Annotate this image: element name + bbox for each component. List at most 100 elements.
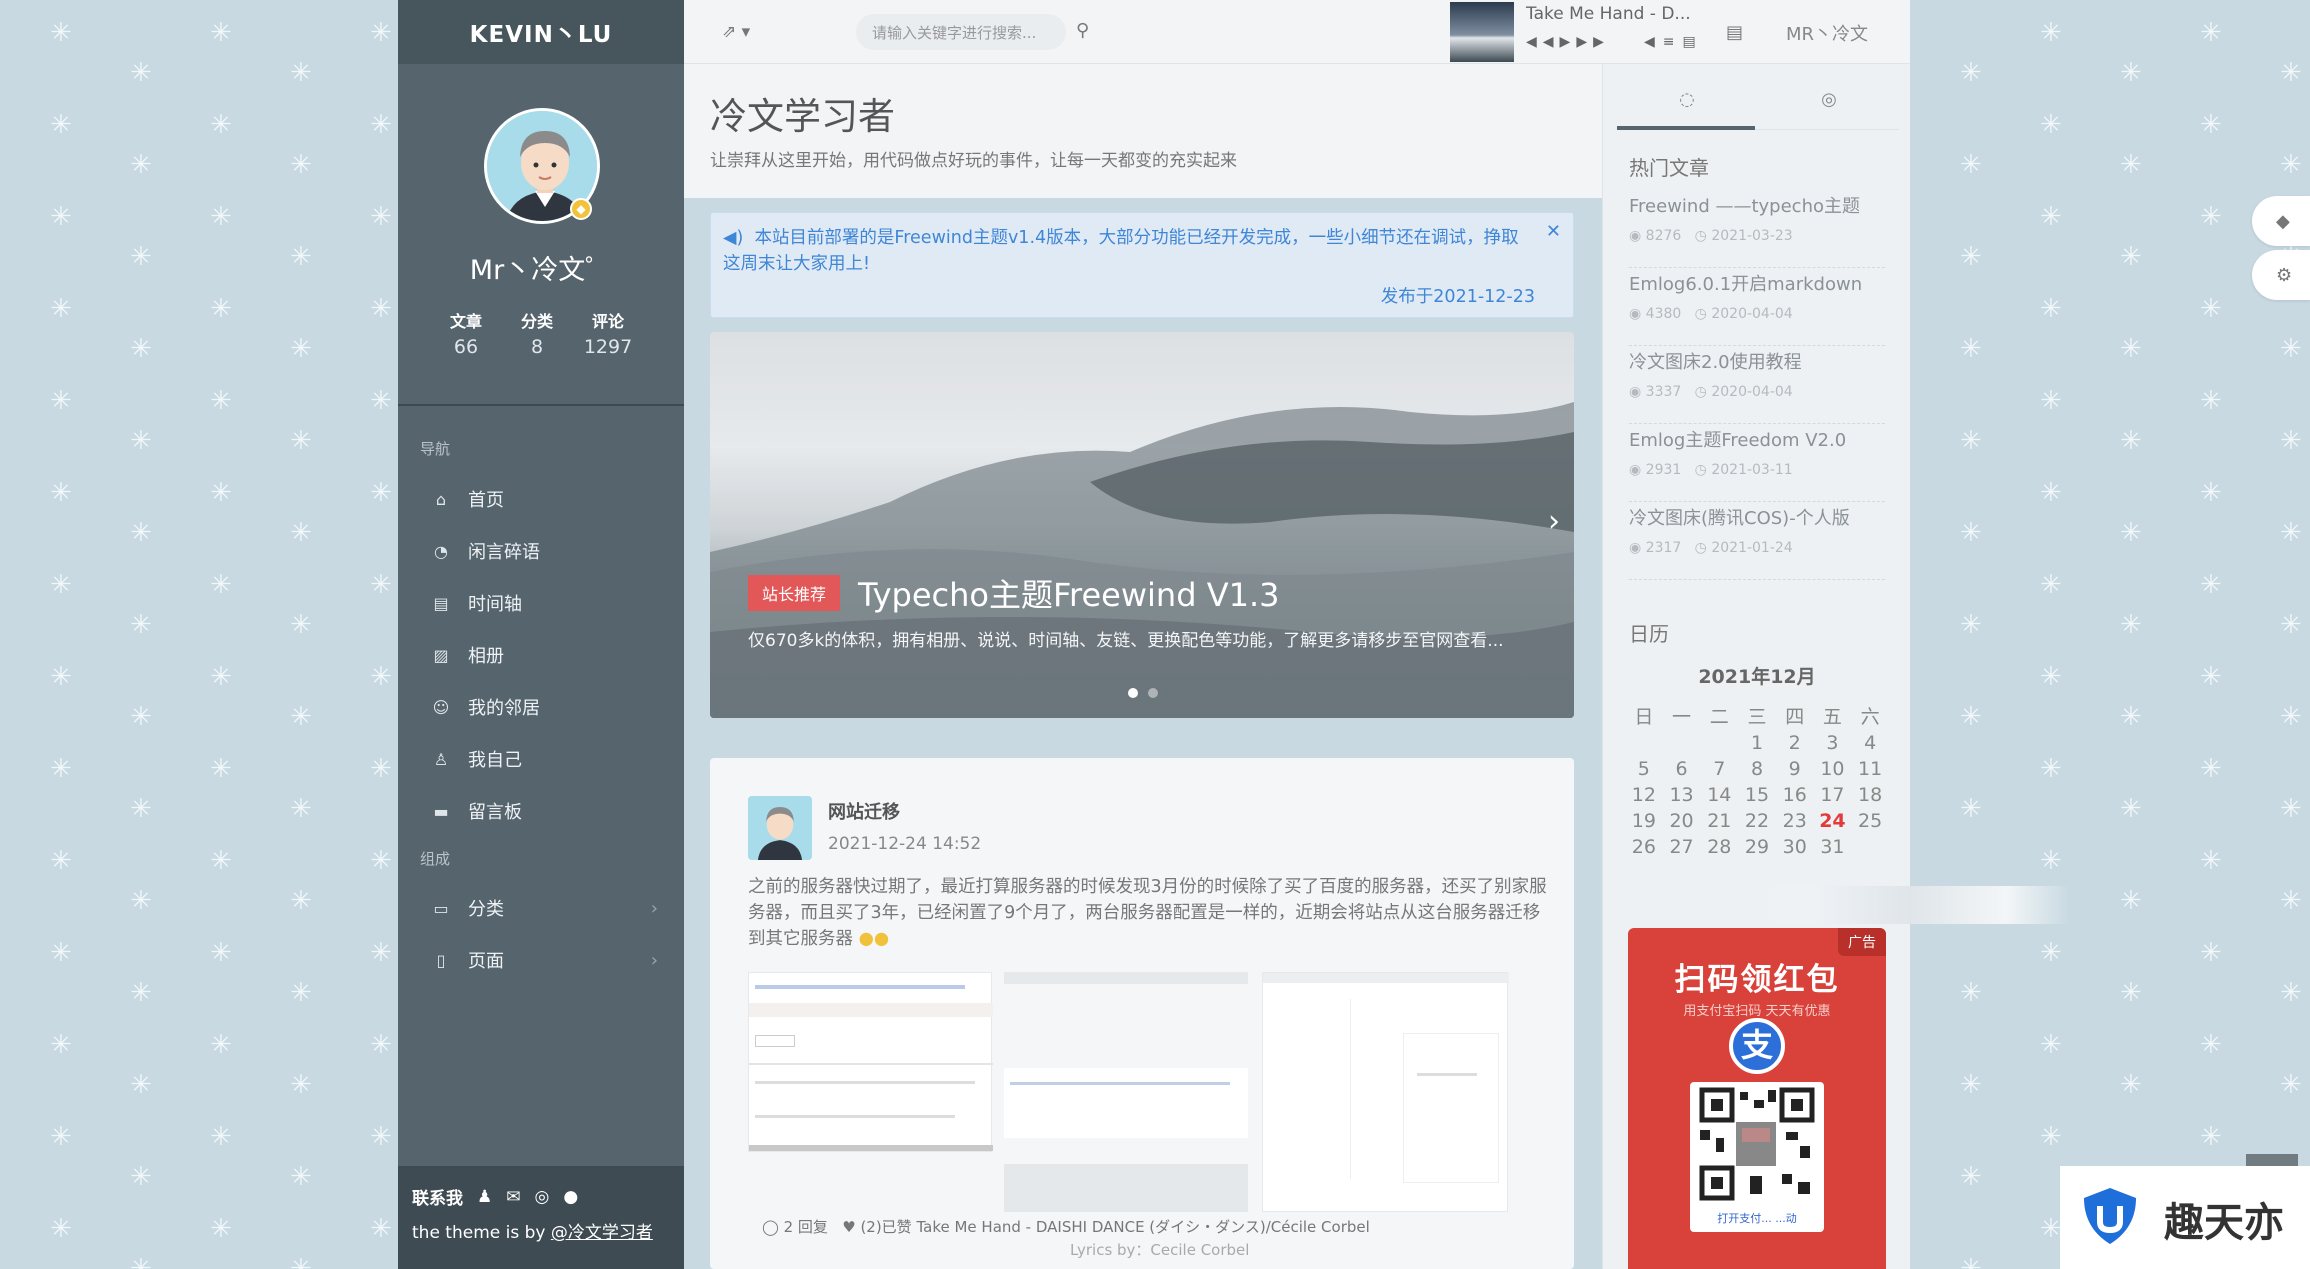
snowflake-icon: ✳ bbox=[2200, 386, 2222, 416]
post-title[interactable]: 网站迁移 bbox=[828, 798, 900, 824]
slider-dot[interactable] bbox=[1148, 688, 1158, 698]
volume-icon[interactable]: ◀ bbox=[1644, 34, 1663, 50]
lyrics-icon[interactable]: ▤ bbox=[1683, 34, 1704, 50]
snowflake-icon: ✳ bbox=[2200, 846, 2222, 876]
calendar-day[interactable]: 14 bbox=[1700, 784, 1738, 806]
album-cover[interactable] bbox=[1450, 2, 1514, 62]
calendar-day[interactable]: 4 bbox=[1851, 732, 1889, 754]
calendar-day[interactable]: 30 bbox=[1776, 836, 1814, 858]
calendar-day[interactable]: 1 bbox=[1738, 732, 1776, 754]
sidebar-item-guestbook[interactable]: ▬ 留言板 bbox=[420, 791, 666, 831]
calendar-day[interactable]: 10 bbox=[1814, 758, 1852, 780]
hot-post-item[interactable]: 冷文图床2.0使用教程 ◉ 3337 ◷ 2020-04-04 bbox=[1629, 348, 1885, 424]
tab-hot[interactable]: ◌ bbox=[1617, 82, 1757, 130]
stat-articles[interactable]: 文章 66 bbox=[434, 308, 498, 358]
playlist-icon[interactable]: ≡ bbox=[1663, 34, 1683, 50]
sidebar-item-album[interactable]: ▨ 相册 bbox=[420, 635, 666, 675]
calendar-day[interactable]: 8 bbox=[1738, 758, 1776, 780]
sidebar-item-gossip[interactable]: ◔ 闲言碎语 bbox=[420, 531, 666, 571]
hot-post-item[interactable]: Emlog6.0.1开启markdown ◉ 4380 ◷ 2020-04-04 bbox=[1629, 270, 1885, 346]
slider-description: 仅670多k的体积，拥有相册、说说、时间轴、友链、更换配色等功能，了解更多请移步… bbox=[748, 631, 1504, 651]
calendar-day[interactable]: 28 bbox=[1700, 836, 1738, 858]
snowflake-icon: ✳ bbox=[2280, 334, 2302, 364]
featured-slider[interactable]: 站长推荐 Typecho主题Freewind V1.3 仅670多k的体积，拥有… bbox=[710, 332, 1574, 718]
heart-icon[interactable]: ♥ bbox=[842, 1218, 855, 1236]
calendar-day[interactable]: 17 bbox=[1814, 784, 1852, 806]
watermark: 趣天亦 bbox=[2060, 1166, 2310, 1269]
site-logo[interactable]: KEVIN丶LU bbox=[398, 0, 684, 64]
calendar-day[interactable]: 25 bbox=[1851, 810, 1889, 832]
notification-button[interactable]: ◆ bbox=[2252, 196, 2310, 246]
document-icon[interactable]: ▤ bbox=[1726, 22, 1743, 43]
snowflake-icon: ✳ bbox=[370, 18, 392, 48]
calendar-day[interactable]: 11 bbox=[1851, 758, 1889, 780]
sidebar-item-about-me[interactable]: ♙ 我自己 bbox=[420, 739, 666, 779]
play-icon[interactable]: ▶ bbox=[1560, 34, 1577, 50]
snowflake-icon: ✳ bbox=[2120, 518, 2142, 548]
stat-categories[interactable]: 分类 8 bbox=[505, 308, 569, 358]
author-avatar[interactable] bbox=[748, 796, 812, 860]
hot-post-views: 2317 bbox=[1645, 540, 1682, 556]
calendar-day[interactable]: 20 bbox=[1663, 810, 1701, 832]
next-icon[interactable]: ▶▶ bbox=[1576, 34, 1610, 50]
calendar-day[interactable]: 24 bbox=[1814, 810, 1852, 832]
sidebar-item-timeline[interactable]: ▤ 时间轴 bbox=[420, 583, 666, 623]
sidebar-item-categories[interactable]: ▭ 分类 › bbox=[420, 888, 666, 928]
calendar-day[interactable]: 26 bbox=[1625, 836, 1663, 858]
sidebar-item-neighbors[interactable]: ☺ 我的邻居 bbox=[420, 687, 666, 727]
calendar-day[interactable]: 12 bbox=[1625, 784, 1663, 806]
post-replies[interactable]: 2 回复 bbox=[784, 1218, 828, 1236]
slider-dot-active[interactable] bbox=[1128, 688, 1138, 698]
calendar-day[interactable]: 13 bbox=[1663, 784, 1701, 806]
email-icon[interactable]: ✉ bbox=[506, 1187, 520, 1207]
calendar-day[interactable]: 7 bbox=[1700, 758, 1738, 780]
snowflake-icon: ✳ bbox=[290, 702, 312, 732]
calendar-day[interactable]: 9 bbox=[1776, 758, 1814, 780]
chevron-right-icon[interactable]: › bbox=[1548, 504, 1560, 539]
calendar-day[interactable]: 31 bbox=[1814, 836, 1852, 858]
calendar-day[interactable]: 2 bbox=[1776, 732, 1814, 754]
snowflake-icon: ✳ bbox=[2280, 794, 2302, 824]
calendar-day[interactable]: 27 bbox=[1663, 836, 1701, 858]
calendar-day[interactable]: 15 bbox=[1738, 784, 1776, 806]
post-screenshot[interactable] bbox=[1004, 972, 1248, 1212]
calendar-day[interactable]: 19 bbox=[1625, 810, 1663, 832]
announcement-message: 本站目前部署的是Freewind主题v1.4版本，大部分功能已经开发完成，一些小… bbox=[723, 228, 1519, 274]
snowflake-icon: ✳ bbox=[2120, 702, 2142, 732]
search-icon[interactable]: ⚲ bbox=[1076, 20, 1102, 46]
hot-post-item[interactable]: 冷文图床(腾讯COS)-个人版 ◉ 2317 ◷ 2021-01-24 bbox=[1629, 504, 1885, 580]
calendar-day[interactable]: 29 bbox=[1738, 836, 1776, 858]
calendar-day[interactable]: 22 bbox=[1738, 810, 1776, 832]
previous-icon[interactable]: ◀◀ bbox=[1526, 34, 1560, 50]
calendar-day[interactable]: 16 bbox=[1776, 784, 1814, 806]
theme-author-link[interactable]: @冷文学习者 bbox=[551, 1223, 653, 1243]
calendar-day[interactable]: 18 bbox=[1851, 784, 1889, 806]
sidebar-item-pages[interactable]: ▯ 页面 › bbox=[420, 940, 666, 980]
slider-title[interactable]: Typecho主题Freewind V1.3 bbox=[858, 570, 1279, 616]
calendar-day[interactable]: 6 bbox=[1663, 758, 1701, 780]
share-dropdown[interactable]: ⇗ ▾ bbox=[722, 22, 750, 42]
github-icon[interactable]: ● bbox=[563, 1187, 578, 1207]
post-screenshot[interactable] bbox=[748, 972, 993, 1152]
user-menu[interactable]: MR丶冷文 bbox=[1786, 20, 1868, 46]
close-icon[interactable]: ✕ bbox=[1546, 221, 1561, 242]
tab-comments[interactable]: ◎ bbox=[1759, 82, 1899, 130]
snowflake-icon: ✳ bbox=[2280, 426, 2302, 456]
post-screenshot[interactable] bbox=[1262, 972, 1509, 1212]
weibo-icon[interactable]: ◎ bbox=[535, 1187, 550, 1207]
calendar-day[interactable]: 21 bbox=[1700, 810, 1738, 832]
hot-post-item[interactable]: Emlog主题Freedom V2.0 ◉ 2931 ◷ 2021-03-11 bbox=[1629, 426, 1885, 502]
search-input[interactable]: 请输入关键字进行搜索... bbox=[856, 14, 1066, 50]
ad-banner[interactable]: 广告 扫码领红包 用支付宝扫码 天天有优惠 支 打开支付... ...动 bbox=[1628, 928, 1886, 1269]
hot-post-item[interactable]: Freewind ——typecho主题 ◉ 8276 ◷ 2021-03-23 bbox=[1629, 192, 1885, 268]
snowflake-icon: ✳ bbox=[370, 110, 392, 140]
settings-button[interactable]: ⚙ bbox=[2252, 250, 2310, 300]
snowflake-icon: ✳ bbox=[50, 754, 72, 784]
calendar-day[interactable]: 5 bbox=[1625, 758, 1663, 780]
sidebar-item-home[interactable]: ⌂ 首页 bbox=[420, 479, 666, 519]
qq-icon[interactable]: ♟ bbox=[477, 1187, 492, 1207]
calendar-day[interactable]: 23 bbox=[1776, 810, 1814, 832]
calendar-day[interactable]: 3 bbox=[1814, 732, 1852, 754]
stat-comments[interactable]: 评论 1297 bbox=[576, 308, 640, 358]
snowflake-icon: ✳ bbox=[210, 754, 232, 784]
